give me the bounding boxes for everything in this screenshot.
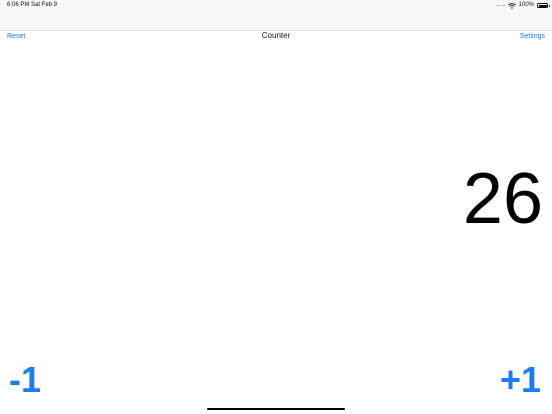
status-bar: 6:06 PM Sat Feb 9 100% [0, 0, 552, 31]
counter-value: 26 [462, 159, 543, 239]
status-date: Sat Feb 9 [31, 2, 58, 8]
battery-percent: 100% [518, 2, 534, 8]
counter-screen: 6:06 PM Sat Feb 9 100% Reset Counter Set… [0, 0, 552, 414]
increment-button[interactable]: +1 [500, 360, 541, 400]
settings-button[interactable]: Settings [520, 32, 545, 41]
battery-icon [537, 3, 550, 8]
navigation-bar: Reset Counter Settings [0, 30, 552, 44]
wifi-icon [507, 2, 516, 9]
page-title: Counter [261, 31, 291, 40]
battery-fill [538, 4, 547, 7]
home-indicator[interactable] [207, 408, 345, 410]
signal-dots-icon [495, 4, 505, 7]
status-indicators: 100% [495, 1, 550, 10]
status-time: 6:06 PM [7, 2, 30, 8]
decrement-button[interactable]: -1 [9, 360, 41, 400]
